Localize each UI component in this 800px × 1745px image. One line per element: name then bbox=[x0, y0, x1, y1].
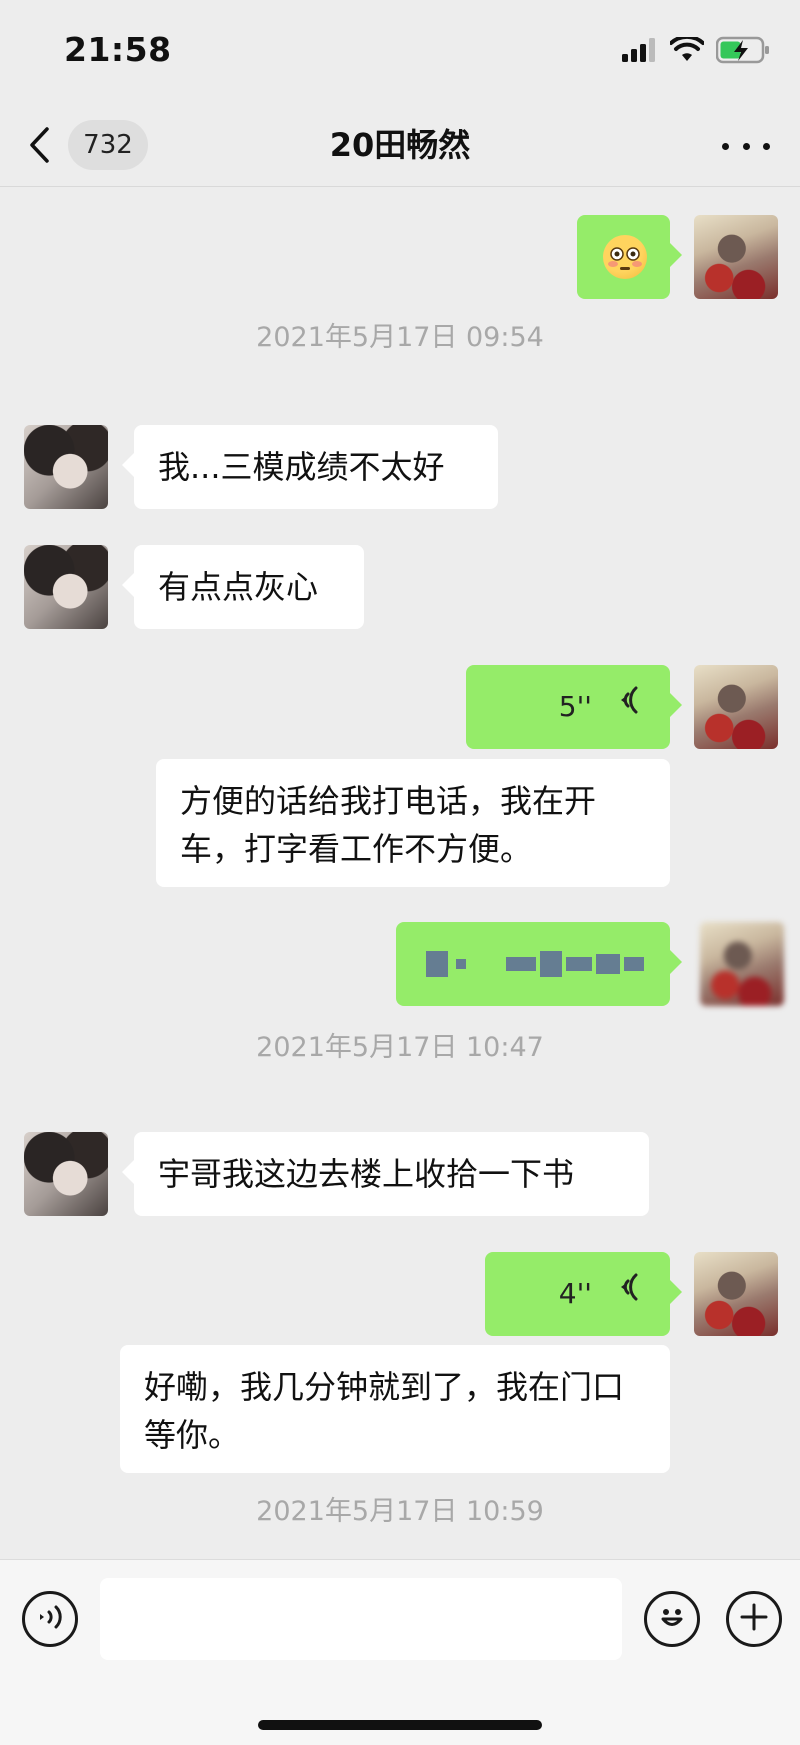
message-bubble-text[interactable]: 宇哥我这边去楼上收拾一下书 bbox=[122, 1132, 649, 1216]
plus-icon bbox=[739, 1602, 769, 1636]
chat-header: 732 20田畅然 bbox=[0, 104, 800, 187]
wifi-icon bbox=[669, 34, 705, 67]
voice-input-button[interactable] bbox=[22, 1591, 78, 1647]
chat-title: 20田畅然 bbox=[329, 126, 471, 164]
status-bar: 21:58 bbox=[0, 0, 800, 104]
censored-text-block bbox=[426, 946, 644, 982]
status-icons bbox=[622, 34, 770, 70]
voice-message-bubble[interactable]: 4'' bbox=[485, 1252, 682, 1336]
battery-charging-icon bbox=[715, 36, 770, 68]
timestamp: 2021年5月17日 09:54 bbox=[256, 322, 544, 353]
voice-wave-icon bbox=[614, 1270, 640, 1318]
chevron-left-icon bbox=[28, 125, 60, 165]
avatar-self[interactable] bbox=[700, 922, 784, 1006]
timestamp: 2021年5月17日 10:59 bbox=[256, 1496, 544, 1527]
message-bubble-text[interactable]: 我...三模成绩不太好 bbox=[122, 425, 498, 509]
back-button[interactable]: 732 bbox=[28, 118, 156, 172]
home-indicator[interactable] bbox=[258, 1720, 542, 1730]
more-dot-icon bbox=[763, 142, 770, 150]
avatar-contact[interactable] bbox=[24, 1132, 108, 1216]
more-dot-icon bbox=[722, 142, 729, 150]
emoji-button[interactable] bbox=[644, 1591, 700, 1647]
voice-wave-icon bbox=[614, 683, 640, 731]
signal-icon bbox=[622, 38, 658, 66]
message-bubble-text[interactable]: 有点点灰心 bbox=[122, 545, 364, 629]
timestamp: 2021年5月17日 10:47 bbox=[256, 1032, 544, 1063]
status-time: 21:58 bbox=[64, 30, 172, 69]
smiley-icon bbox=[655, 1600, 689, 1638]
flushed-face-icon bbox=[603, 235, 647, 279]
message-bubble-emoji[interactable] bbox=[577, 215, 682, 299]
voice-transcript[interactable]: 好嘞，我几分钟就到了，我在门口等你。 bbox=[120, 1345, 670, 1473]
avatar-self[interactable] bbox=[694, 665, 778, 749]
voice-icon bbox=[37, 1602, 63, 1636]
more-functions-button[interactable] bbox=[726, 1591, 782, 1647]
voice-message-content: 5'' bbox=[559, 665, 640, 749]
avatar-self[interactable] bbox=[694, 1252, 778, 1336]
more-options-button[interactable] bbox=[722, 126, 770, 166]
avatar-self[interactable] bbox=[694, 215, 778, 299]
message-list[interactable]: 2021年5月17日 09:54 我...三模成绩不太好 有点点灰心 5'' 方… bbox=[0, 187, 800, 1559]
unread-count-badge: 732 bbox=[68, 120, 148, 170]
message-input[interactable] bbox=[100, 1578, 622, 1660]
voice-duration: 4'' bbox=[558, 1277, 592, 1310]
voice-transcript[interactable]: 方便的话给我打电话，我在开车，打字看工作不方便。 bbox=[156, 759, 670, 887]
voice-duration: 5'' bbox=[558, 690, 592, 723]
voice-message-bubble[interactable]: 5'' bbox=[466, 665, 682, 749]
voice-message-content: 4'' bbox=[559, 1252, 640, 1336]
avatar-contact[interactable] bbox=[24, 425, 108, 509]
message-bubble-censored[interactable] bbox=[396, 922, 682, 1006]
more-dot-icon bbox=[742, 142, 750, 150]
input-bar bbox=[0, 1559, 800, 1745]
avatar-contact[interactable] bbox=[24, 545, 108, 629]
